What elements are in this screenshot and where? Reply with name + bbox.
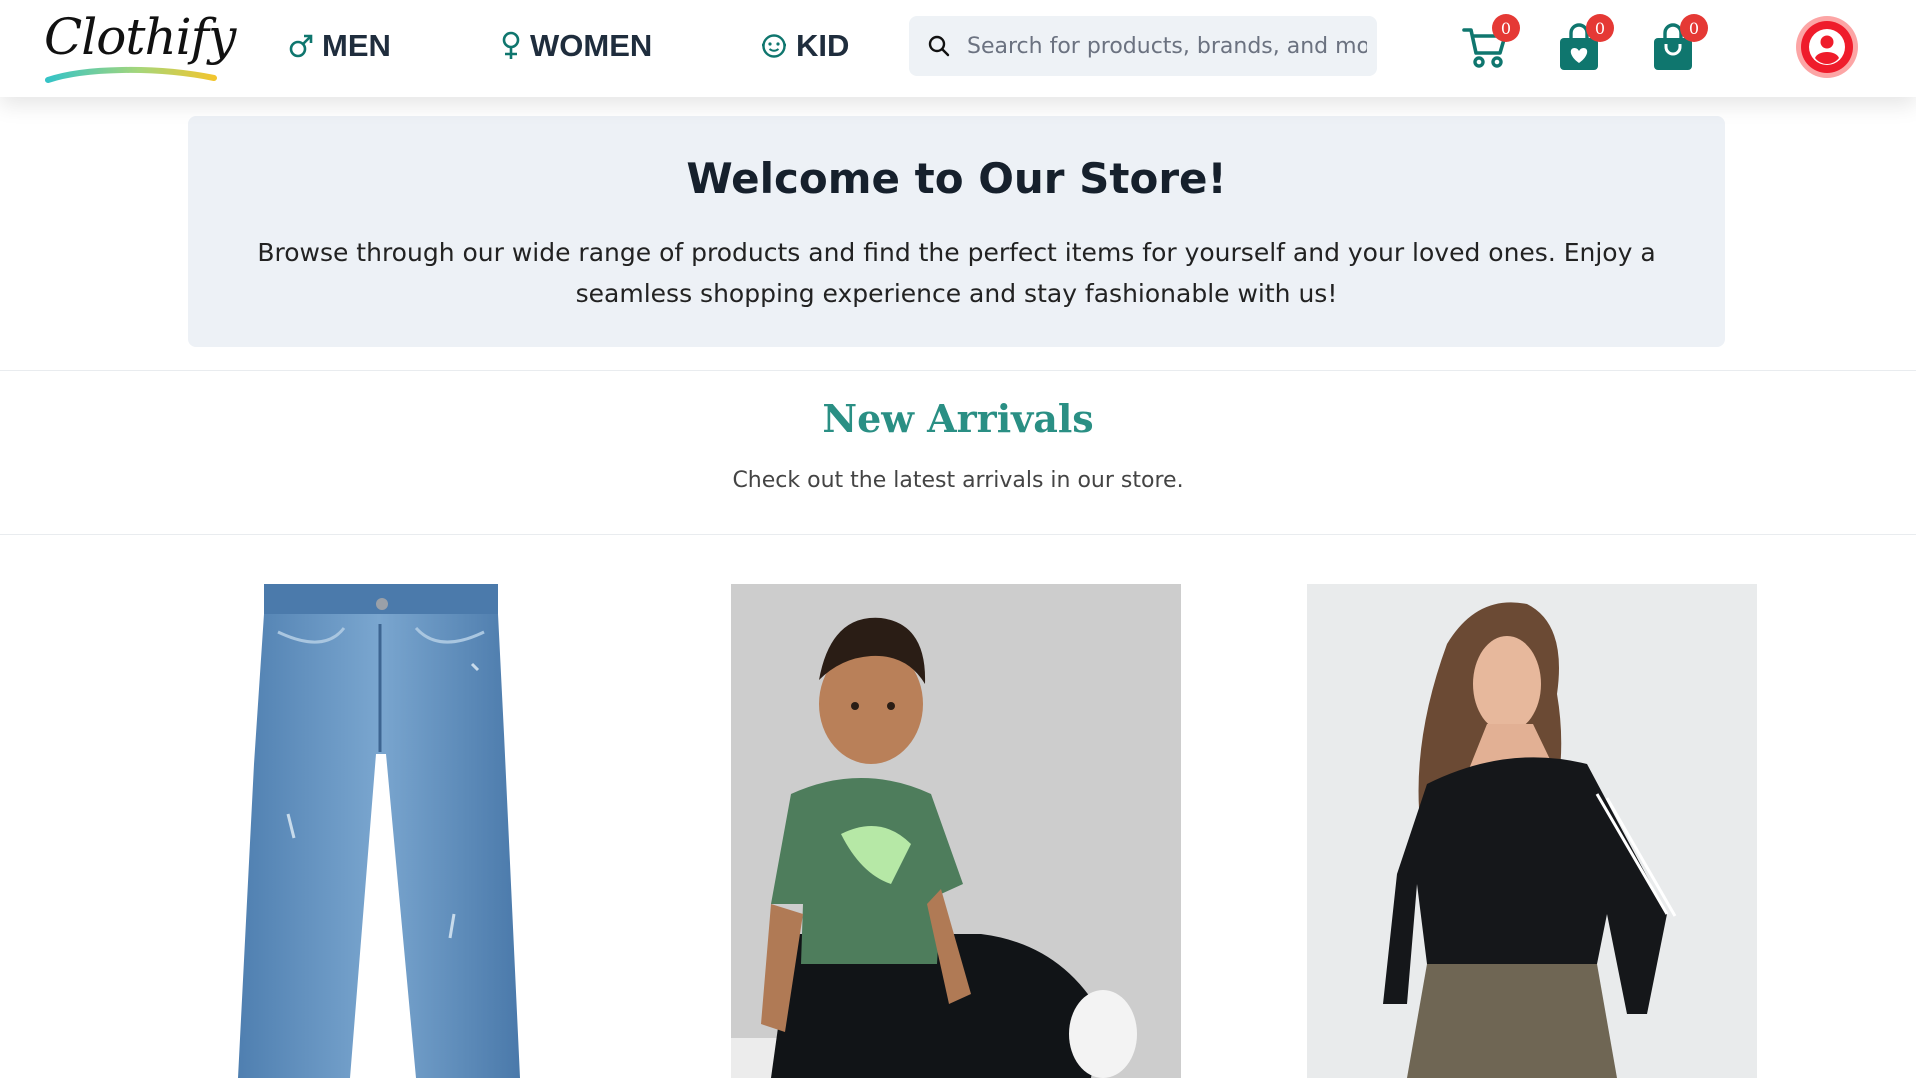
welcome-text: Browse through our wide range of product… <box>257 238 1656 308</box>
brand-name: Clothify <box>44 8 236 66</box>
wishlist-count-badge: 0 <box>1586 14 1614 42</box>
product-card-black-top[interactable] <box>1307 584 1757 1078</box>
search-bar <box>909 16 1377 76</box>
bag-count-badge: 0 <box>1680 14 1708 42</box>
heart-bag-icon <box>1554 23 1604 76</box>
nav-women-label: WOMEN <box>530 28 653 63</box>
product-image-kid-tshirt <box>731 584 1181 1078</box>
new-arrivals-title: New Arrivals <box>822 396 1094 441</box>
product-card-kid-tshirt[interactable] <box>731 584 1181 1078</box>
nav-men-label: MEN <box>322 28 391 63</box>
welcome-banner: Welcome to Our Store! Browse through our… <box>188 116 1725 347</box>
product-image-jeans <box>238 584 520 1078</box>
search-icon[interactable] <box>927 34 951 62</box>
new-arrivals-subtitle: Check out the latest arrivals in our sto… <box>732 468 1184 493</box>
shopping-bag-icon <box>1648 23 1698 76</box>
cart-icon <box>1460 28 1510 76</box>
bag-button[interactable]: 0 <box>1648 14 1708 78</box>
brand-logo[interactable]: Clothify <box>44 8 236 88</box>
product-image-black-top <box>1307 584 1757 1078</box>
cart-count-badge: 0 <box>1492 14 1520 42</box>
nav-kid[interactable]: KID <box>760 26 849 66</box>
product-card-jeans[interactable] <box>154 584 604 1078</box>
profile-button[interactable] <box>1796 16 1858 78</box>
section-divider <box>0 370 1916 371</box>
nav-kid-label: KID <box>796 28 850 63</box>
welcome-title: Welcome to Our Store! <box>686 154 1227 203</box>
user-avatar-icon <box>1801 21 1853 73</box>
male-icon <box>288 33 314 59</box>
section-divider <box>0 534 1916 535</box>
child-face-icon <box>760 33 788 59</box>
nav-women[interactable]: WOMEN <box>500 26 652 66</box>
cart-button[interactable]: 0 <box>1460 14 1520 78</box>
logo-swoosh <box>45 66 217 83</box>
female-icon <box>500 31 522 61</box>
site-header: Clothify MEN WOMEN KID Search for produc… <box>0 0 1916 97</box>
nav-men[interactable]: MEN <box>288 26 391 66</box>
search-input[interactable] <box>967 28 1367 64</box>
wishlist-button[interactable]: 0 <box>1554 14 1614 78</box>
